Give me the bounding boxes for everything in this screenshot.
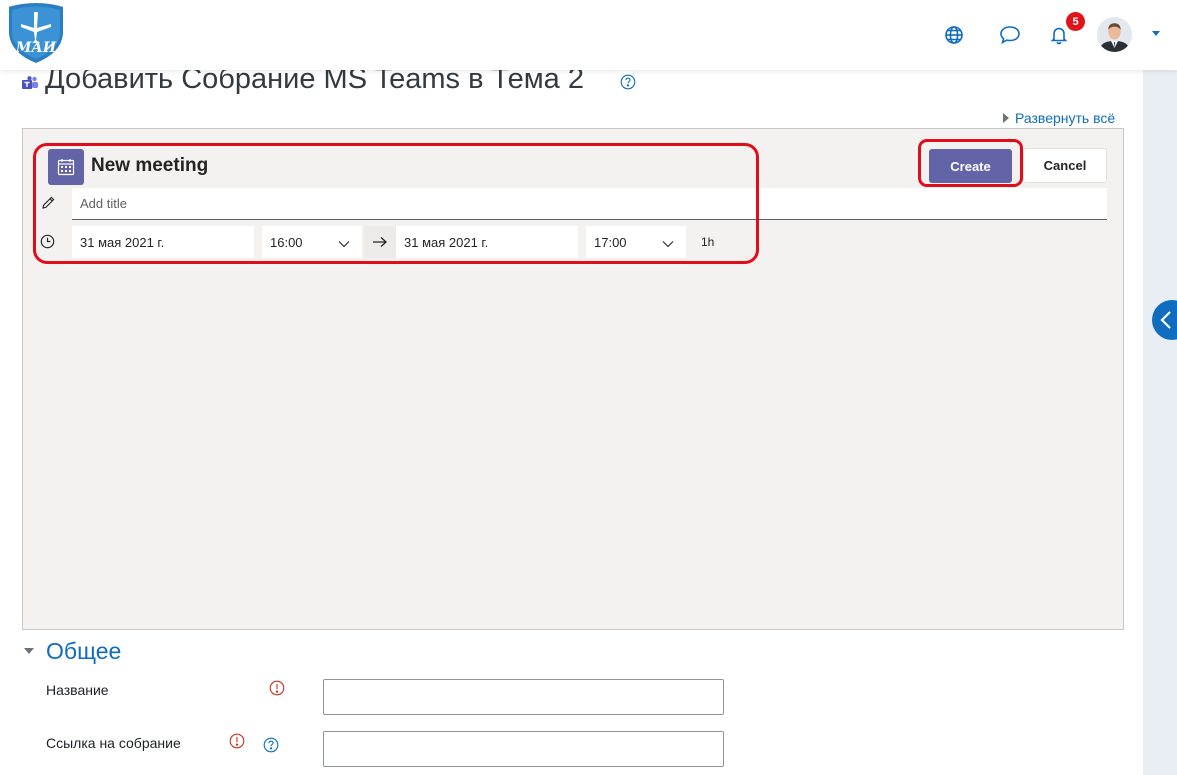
right-drawer-strip bbox=[1143, 70, 1177, 775]
start-date-field[interactable]: 31 мая 2021 г. bbox=[72, 226, 254, 258]
end-time-value: 17:00 bbox=[594, 234, 627, 250]
calendar-icon bbox=[48, 149, 84, 185]
required-exclamation-icon bbox=[269, 680, 285, 701]
notification-count-badge: 5 bbox=[1066, 12, 1085, 31]
end-date-field[interactable]: 31 мая 2021 г. bbox=[396, 226, 578, 258]
chevron-down-icon bbox=[338, 236, 350, 251]
start-date-value: 31 мая 2021 г. bbox=[80, 234, 165, 250]
pencil-icon bbox=[40, 195, 56, 216]
meeting-link-input[interactable] bbox=[323, 731, 724, 767]
end-date-value: 31 мая 2021 г. bbox=[404, 234, 489, 250]
help-question-icon[interactable] bbox=[620, 74, 636, 95]
messages-chat-icon[interactable] bbox=[997, 22, 1023, 48]
teams-meeting-frame: New meeting Create Cancel 31 мая 2021 г.… bbox=[22, 128, 1124, 630]
expand-all-link[interactable]: Развернуть всё bbox=[1003, 110, 1115, 126]
required-exclamation-icon bbox=[229, 733, 245, 754]
name-field-label: Название bbox=[46, 682, 109, 698]
ms-teams-activity-icon bbox=[22, 76, 38, 90]
arrow-right-icon bbox=[364, 226, 396, 258]
clock-icon bbox=[40, 234, 55, 254]
logo-text: МАИ bbox=[15, 40, 57, 56]
chevron-down-icon bbox=[662, 236, 674, 251]
section-general-heading[interactable]: Общее bbox=[46, 638, 121, 665]
mai-logo[interactable]: МАИ bbox=[4, 0, 68, 66]
meeting-heading: New meeting bbox=[91, 155, 209, 176]
expand-triangle-icon bbox=[1003, 113, 1009, 123]
name-input[interactable] bbox=[323, 679, 724, 715]
help-question-icon[interactable] bbox=[263, 737, 279, 758]
user-menu-caret-icon[interactable] bbox=[1152, 31, 1160, 36]
meeting-link-field-label: Ссылка на собрание bbox=[46, 735, 181, 751]
end-time-dropdown[interactable]: 17:00 bbox=[586, 226, 686, 258]
user-avatar[interactable] bbox=[1097, 17, 1132, 52]
collapse-triangle-icon[interactable] bbox=[24, 648, 34, 654]
meeting-title-input[interactable] bbox=[72, 188, 1107, 220]
create-meeting-button[interactable]: Create bbox=[929, 149, 1012, 183]
top-navbar: МАИ 5 bbox=[0, 0, 1177, 70]
duration-label: 1h bbox=[701, 235, 715, 249]
language-globe-icon[interactable] bbox=[941, 22, 967, 48]
start-time-dropdown[interactable]: 16:00 bbox=[262, 226, 362, 258]
start-time-value: 16:00 bbox=[270, 234, 303, 250]
cancel-meeting-button[interactable]: Cancel bbox=[1023, 148, 1107, 183]
expand-all-label: Развернуть всё bbox=[1015, 110, 1116, 126]
